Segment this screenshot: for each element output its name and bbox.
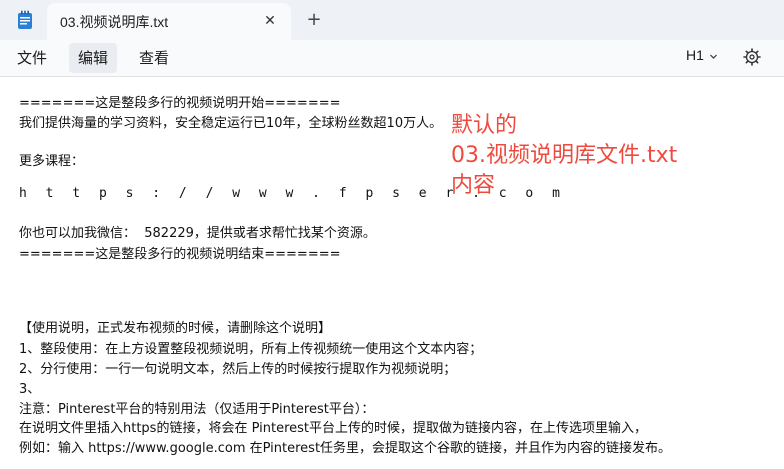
menu-edit[interactable]: 编辑 [69, 43, 118, 73]
doc-line: 我们提供海量的学习资料，安全稳定运行已10年，全球粉丝数超10万人。 [19, 116, 443, 131]
doc-line: =======这是整段多行的视频说明结束======= [19, 247, 341, 262]
annotation-line: 默认的 [451, 113, 518, 138]
tab-title: 03.视频说明库.txt [60, 14, 169, 30]
close-icon[interactable]: ✕ [260, 11, 280, 31]
doc-line: 更多课程： [19, 154, 85, 169]
heading-level-dropdown[interactable]: H1 [686, 47, 704, 63]
gear-icon[interactable] [743, 48, 761, 66]
doc-line: 你也可以加我微信： 582229，提供或者求帮忙找某个资源。 [19, 226, 376, 241]
menu-bar: 文件 编辑 查看 H1 [0, 40, 784, 77]
notepad-icon [18, 10, 32, 29]
menu-file[interactable]: 文件 [8, 43, 56, 73]
doc-line: 2、分行使用：一行一句说明文本，然后上传的时候按行提取作为视频说明； [19, 362, 457, 377]
annotation-line: 03.视频说明库文件.txt [451, 143, 678, 168]
doc-line: =======这是整段多行的视频说明开始======= [19, 96, 341, 111]
chevron-down-icon[interactable] [710, 53, 717, 60]
doc-line: 例如：输入 https://www.google.com 在Pinterest任… [19, 441, 672, 456]
plus-icon[interactable]: + [304, 10, 324, 30]
menu-view[interactable]: 查看 [130, 43, 178, 73]
tab-document[interactable]: 03.视频说明库.txt ✕ [47, 3, 291, 40]
doc-line: 注意：Pinterest平台的特别用法（仅适用于Pinterest平台）： [19, 402, 375, 417]
doc-line: 1、整段使用：在上方设置整段视频说明，所有上传视频统一使用这个文本内容； [19, 342, 483, 357]
doc-line: 3、 [19, 382, 41, 397]
doc-line: 在说明文件里插入https的链接，将会在 Pinterest平台上传的时候，提取… [19, 421, 648, 436]
title-bar: 03.视频说明库.txt ✕ + [0, 0, 784, 40]
red-annotation: 默认的 03.视频说明库文件.txt 内容 [451, 111, 751, 201]
doc-line: 【使用说明，正式发布视频的时候，请删除这个说明】 [19, 321, 332, 336]
annotation-line: 内容 [451, 173, 496, 198]
